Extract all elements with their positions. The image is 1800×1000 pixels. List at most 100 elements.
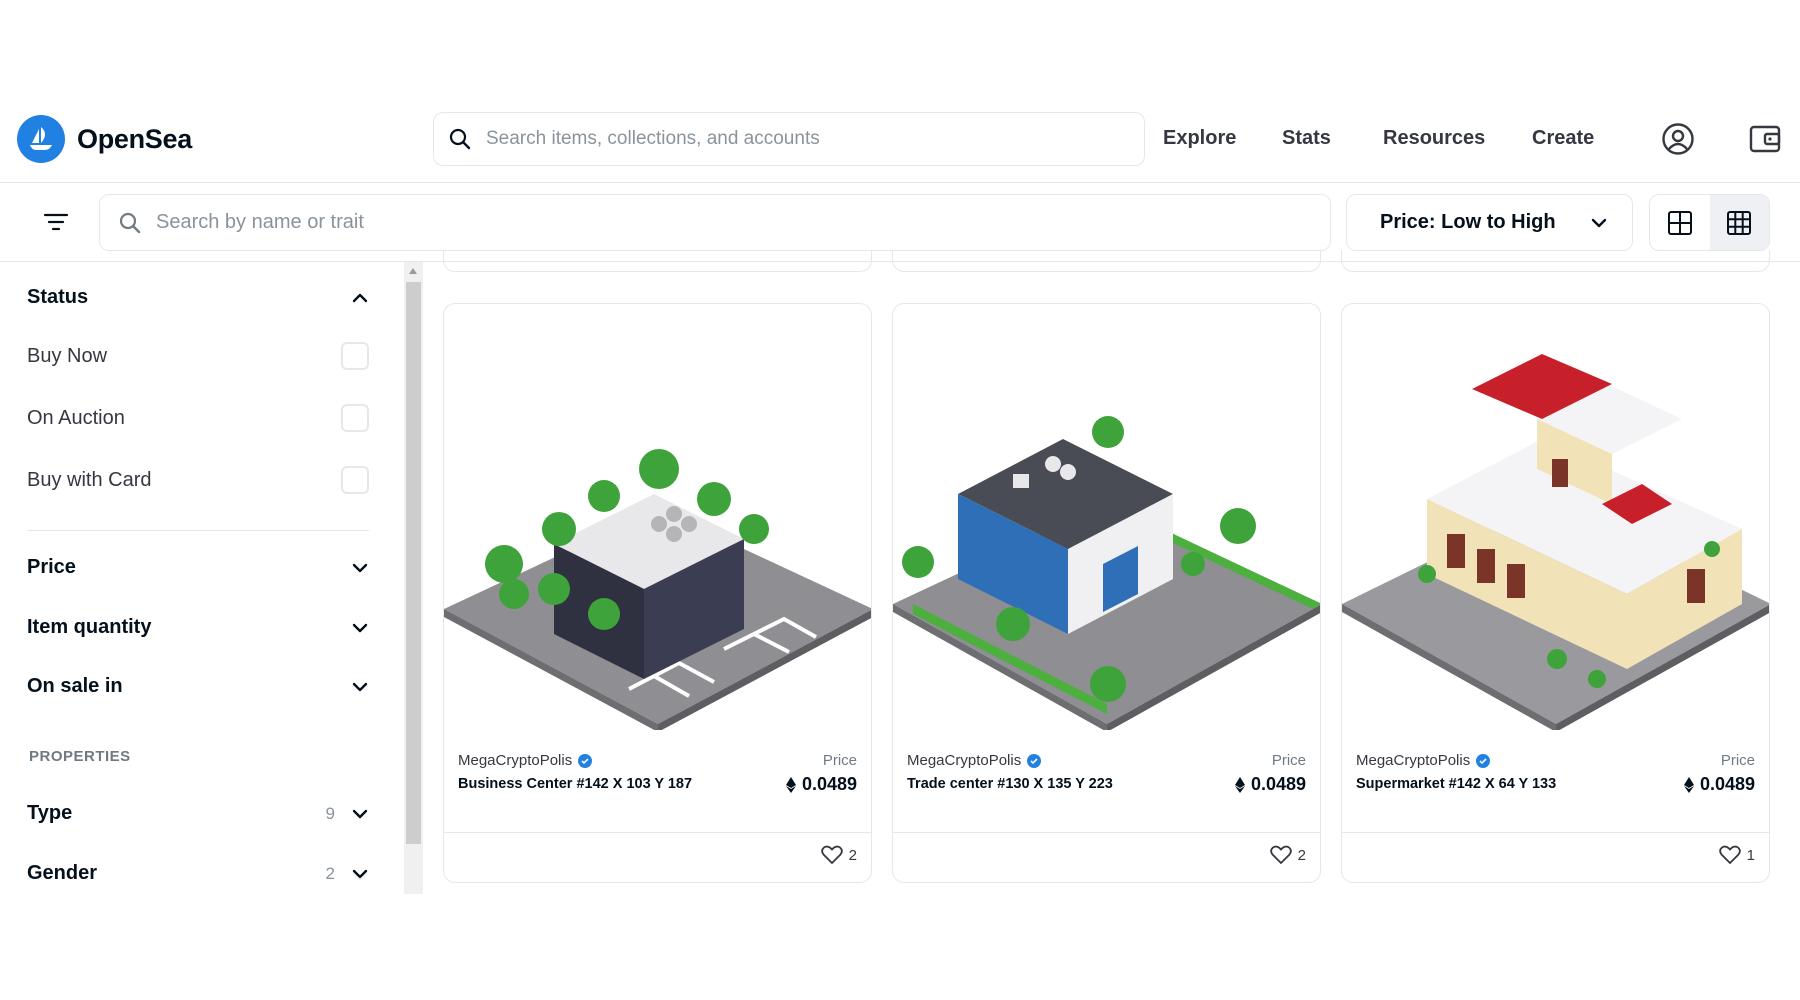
previous-card-edge [443,250,872,272]
item-name: Supermarket #142 X 64 Y 133 [1356,776,1557,792]
price-amount: 0.0489 [801,774,857,794]
item-search-input[interactable] [156,211,1256,234]
property-name: Gender [27,862,98,884]
verified-badge-icon [1476,753,1491,768]
large-grid-view-button[interactable] [1650,195,1710,250]
nav-resources[interactable]: Resources [1383,127,1485,150]
collection-label: MegaCryptoPolis [907,752,1022,769]
filter-icon [43,213,69,231]
eth-icon [1683,776,1694,793]
global-search-input[interactable] [486,128,1086,150]
chevron-down-icon [352,563,368,572]
account-icon[interactable] [1659,120,1697,158]
nft-card-info: MegaCryptoPolis Trade center #130 X 135 … [893,730,1320,834]
collection-name[interactable]: MegaCryptoPolis [907,752,1042,769]
eth-icon [1234,776,1245,793]
favorite-button[interactable]: 2 [820,845,857,865]
nav-explore[interactable]: Explore [1163,127,1236,150]
card-footer: 1 [1342,832,1769,882]
small-grid-icon [1727,210,1752,235]
heart-icon [820,845,843,865]
global-search[interactable] [433,112,1145,166]
sidebar-scrollbar[interactable] [404,262,423,894]
status-filter-header[interactable]: Status [27,286,369,309]
status-option-on-auction[interactable]: On Auction [27,404,369,432]
chevron-down-icon [352,809,368,818]
on-auction-checkbox[interactable] [341,404,369,432]
filter-title: Item quantity [27,616,152,638]
price-value: 0.0489 [1683,774,1755,795]
wallet-icon[interactable] [1746,120,1784,158]
filter-title: On sale in [27,675,123,697]
nft-card-info: MegaCryptoPolis Supermarket #142 X 64 Y … [1342,730,1769,834]
nav-stats[interactable]: Stats [1282,127,1331,150]
status-option-label: Buy Now [27,344,108,367]
collection-name[interactable]: MegaCryptoPolis [458,752,593,769]
price-value: 0.0489 [1234,774,1306,795]
heart-icon [1718,845,1741,865]
status-title: Status [27,286,89,308]
view-toggle [1649,194,1770,251]
item-name: Trade center #130 X 135 Y 223 [907,776,1113,792]
price-label: Price [822,752,857,769]
chevron-down-icon [352,682,368,691]
filter-title: Price [27,556,76,578]
verified-badge-icon [1027,753,1042,768]
collection-label: MegaCryptoPolis [1356,752,1471,769]
property-count: 9 [325,803,335,823]
chevron-down-icon [352,623,368,632]
opensea-logo[interactable]: OpenSea [17,115,192,163]
top-nav: OpenSea Explore Stats Resources Create [0,100,1800,183]
nft-image [444,304,871,732]
divider [27,530,369,531]
price-filter-header[interactable]: Price [27,556,369,579]
nft-image [893,304,1320,732]
sort-label: Price: Low to High [1380,211,1556,233]
nft-card[interactable]: MegaCryptoPolis Trade center #130 X 135 … [892,303,1321,883]
logo-text: OpenSea [77,123,192,154]
property-type-header[interactable]: Type 9 [27,802,369,825]
status-option-buy-with-card[interactable]: Buy with Card [27,466,369,494]
item-name: Business Center #142 X 103 Y 187 [458,776,693,792]
favorite-button[interactable]: 1 [1718,845,1755,865]
buy-with-card-checkbox[interactable] [341,466,369,494]
price-value: 0.0489 [785,774,857,795]
properties-label: PROPERTIES [29,748,131,765]
previous-card-edge [1341,250,1770,272]
small-grid-view-button[interactable] [1709,195,1769,250]
verified-badge-icon [578,753,593,768]
nft-card[interactable]: MegaCryptoPolis Business Center #142 X 1… [443,303,872,883]
status-option-buy-now[interactable]: Buy Now [27,342,369,370]
collection-name[interactable]: MegaCryptoPolis [1356,752,1491,769]
opensea-logo-icon [17,115,65,163]
price-amount: 0.0489 [1699,774,1755,794]
sort-dropdown[interactable]: Price: Low to High [1346,194,1633,251]
favorite-button[interactable]: 2 [1269,845,1306,865]
price-label: Price [1271,752,1306,769]
nav-create[interactable]: Create [1532,127,1594,150]
item-quantity-filter-header[interactable]: Item quantity [27,616,369,639]
nft-card-info: MegaCryptoPolis Business Center #142 X 1… [444,730,871,834]
eth-icon [785,776,796,793]
item-search[interactable] [99,194,1331,251]
card-footer: 2 [444,832,871,882]
on-sale-in-filter-header[interactable]: On sale in [27,675,369,698]
price-amount: 0.0489 [1250,774,1306,794]
buy-now-checkbox[interactable] [341,342,369,370]
filter-toggle-button[interactable] [38,204,74,240]
property-gender-header[interactable]: Gender 2 [27,862,369,885]
like-count: 2 [848,846,857,864]
status-option-label: On Auction [27,406,125,429]
previous-card-edge [892,250,1321,272]
collection-label: MegaCryptoPolis [458,752,573,769]
like-count: 1 [1746,846,1755,864]
chevron-up-icon [352,293,368,302]
search-icon [119,212,141,233]
like-count: 2 [1297,846,1306,864]
nft-card[interactable]: MegaCryptoPolis Supermarket #142 X 64 Y … [1341,303,1770,883]
card-footer: 2 [893,832,1320,882]
scroll-thumb[interactable] [406,282,421,844]
filter-sidebar: Status Buy Now On Auction Buy with Card … [0,262,424,894]
scroll-up-arrow-icon[interactable] [409,268,417,274]
property-count: 2 [325,863,335,883]
